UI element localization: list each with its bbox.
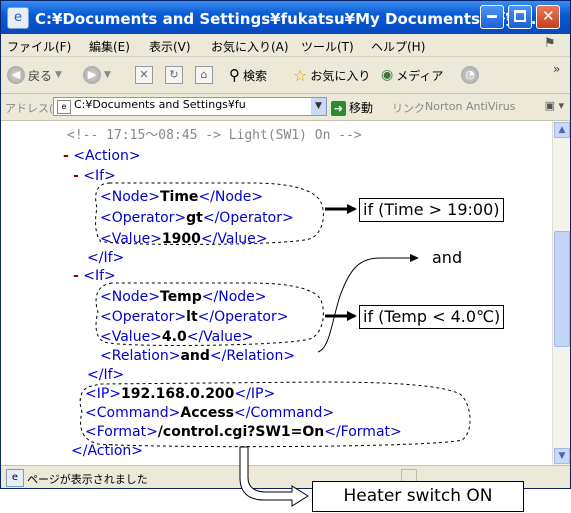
xml-action-open: - <Action> bbox=[63, 148, 141, 164]
scroll-up-icon[interactable]: ▲ bbox=[554, 122, 570, 138]
maximize-button[interactable] bbox=[508, 5, 532, 29]
and-label: and bbox=[432, 248, 463, 267]
xml-if1-close: </If> bbox=[87, 250, 125, 266]
xml-format: <Format>/control.cgi?SW1=On</Format> bbox=[85, 424, 402, 440]
menu-help[interactable]: ヘルプ(H) bbox=[371, 38, 425, 55]
page-icon: e bbox=[57, 100, 71, 114]
back-arrow-icon: ◀ bbox=[7, 66, 25, 84]
address-input[interactable]: e C:¥Documents and Settings¥fu ▼ bbox=[53, 97, 327, 116]
xml-if2-close: </If> bbox=[87, 367, 125, 383]
vertical-scrollbar[interactable]: ▲ ▼ bbox=[552, 121, 570, 465]
toolbar-chevron[interactable]: » bbox=[553, 59, 560, 79]
go-arrow-icon: ➜ bbox=[331, 101, 346, 116]
go-button[interactable]: ➜ 移動 bbox=[331, 99, 373, 116]
menu-bar: ファイル(F) 編集(E) 表示(V) お気に入り(A) ツール(T) ヘルプ(… bbox=[1, 34, 570, 57]
favorites-button[interactable]: ☆ お気に入り bbox=[293, 65, 370, 85]
toolbar: ◀ 戻る ▼ ▶ ▼ ✕ ↻ ⌂ ⚲ 検索 ☆ お気に入り ◉ メディア ◔ » bbox=[1, 57, 570, 94]
result-callout: Heater switch ON bbox=[312, 481, 524, 512]
norton-antivirus-button[interactable]: Norton AntiVirus bbox=[425, 100, 515, 113]
xml-comment: <!-- 17:15～08:45 -> Light(SW1) On --> bbox=[67, 128, 362, 143]
ie-icon: e bbox=[7, 7, 29, 29]
menu-edit[interactable]: 編集(E) bbox=[89, 38, 130, 55]
media-icon: ◉ bbox=[381, 67, 394, 83]
stop-icon: ✕ bbox=[135, 66, 153, 84]
minimize-button[interactable] bbox=[480, 5, 504, 29]
window-title: C:¥Documents and Settings¥fukatsu¥My Doc… bbox=[35, 10, 548, 28]
search-button[interactable]: ⚲ 検索 bbox=[229, 65, 267, 85]
xml-if1-node: <Node>Time</Node> bbox=[100, 189, 264, 205]
back-label: 戻る bbox=[28, 68, 53, 83]
home-button[interactable]: ⌂ bbox=[195, 65, 213, 85]
xml-content-area: <!-- 17:15～08:45 -> Light(SW1) On --> - … bbox=[1, 121, 552, 465]
media-button[interactable]: ◉ メディア bbox=[381, 65, 443, 85]
stop-button[interactable]: ✕ bbox=[135, 65, 153, 85]
links-button[interactable]: リンク bbox=[392, 100, 425, 116]
scroll-thumb[interactable] bbox=[554, 231, 570, 347]
xml-action-close: </Action> bbox=[71, 443, 144, 459]
title-bar: e C:¥Documents and Settings¥fukatsu¥My D… bbox=[1, 1, 570, 34]
refresh-icon: ↻ bbox=[165, 66, 183, 84]
menu-view[interactable]: 表示(V) bbox=[149, 38, 191, 55]
address-value: C:¥Documents and Settings¥fu bbox=[74, 98, 246, 111]
xml-if2-node: <Node>Temp</Node> bbox=[100, 289, 267, 305]
status-text: ページが表示されました bbox=[27, 473, 148, 486]
menu-tools[interactable]: ツール(T) bbox=[301, 38, 354, 55]
xml-if2-operator: <Operator>lt</Operator> bbox=[100, 309, 289, 325]
favorites-label: お気に入り bbox=[310, 68, 371, 83]
windows-logo-icon: ⚑ bbox=[544, 36, 556, 51]
back-dropdown-icon: ▼ bbox=[55, 70, 62, 80]
xml-command: <Command>Access</Command> bbox=[85, 405, 335, 421]
close-button[interactable]: ✕ bbox=[536, 5, 560, 29]
page-done-icon: e bbox=[6, 469, 24, 487]
scroll-down-icon[interactable]: ▼ bbox=[554, 448, 570, 464]
collapse-toggle[interactable]: - bbox=[73, 168, 79, 184]
xml-if1-value: <Value>1900</Value> bbox=[100, 231, 268, 247]
xml-if2-open: - <If> bbox=[73, 268, 116, 284]
address-dropdown-icon[interactable]: ▼ bbox=[311, 98, 326, 115]
go-label: 移動 bbox=[349, 101, 374, 115]
forward-dropdown-icon: ▼ bbox=[104, 70, 111, 80]
media-label: メディア bbox=[396, 68, 444, 83]
xml-ip: <IP>192.168.0.200</IP> bbox=[85, 386, 276, 402]
search-icon: ⚲ bbox=[229, 66, 240, 84]
collapse-toggle[interactable]: - bbox=[63, 148, 69, 164]
norton-menu-icon[interactable]: ▣ ▾ bbox=[545, 99, 564, 112]
home-icon: ⌂ bbox=[195, 66, 213, 84]
cond2-callout: if (Temp < 4.0℃) bbox=[359, 305, 505, 329]
xml-if1-open: - <If> bbox=[73, 168, 116, 184]
collapse-toggle[interactable]: - bbox=[73, 268, 79, 284]
search-label: 検索 bbox=[243, 68, 268, 83]
forward-arrow-icon: ▶ bbox=[83, 66, 101, 84]
browser-window: e C:¥Documents and Settings¥fukatsu¥My D… bbox=[0, 0, 571, 489]
refresh-button[interactable]: ↻ bbox=[165, 65, 183, 85]
star-icon: ☆ bbox=[293, 65, 308, 85]
xml-if2-relation: <Relation>and</Relation> bbox=[100, 348, 296, 364]
back-button[interactable]: ◀ 戻る ▼ bbox=[7, 65, 62, 85]
xml-if1-operator: <Operator>gt</Operator> bbox=[100, 210, 294, 226]
forward-button[interactable]: ▶ ▼ bbox=[83, 65, 111, 85]
address-bar: アドレス(D) e C:¥Documents and Settings¥fu ▼ … bbox=[1, 94, 570, 121]
history-icon: ◔ bbox=[461, 66, 479, 84]
menu-favorites[interactable]: お気に入り(A) bbox=[211, 38, 289, 55]
xml-if2-value: <Value>4.0</Value> bbox=[100, 329, 254, 345]
history-button[interactable]: ◔ bbox=[461, 65, 479, 85]
cond1-callout: if (Time > 19:00) bbox=[359, 198, 504, 222]
menu-file[interactable]: ファイル(F) bbox=[7, 38, 71, 55]
